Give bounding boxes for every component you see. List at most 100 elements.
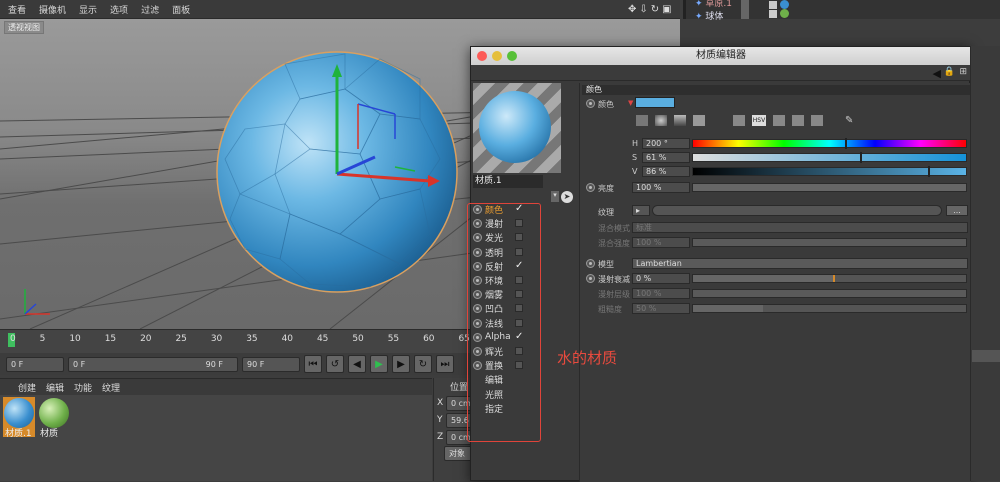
move-view-icon[interactable]: ✥: [628, 4, 636, 15]
material-manager: 材质.1 材质: [0, 395, 432, 481]
brightness-label: 亮度: [598, 184, 614, 193]
texture-menu-icon[interactable]: ▸: [632, 205, 650, 216]
blend-mode-select[interactable]: 标准: [632, 222, 968, 233]
material-editor-window: 材质编辑器 ◀ 🔒 ⊞ 材质.1 ▾ ➤ 颜色 ✓ 漫射 发光 透明 反射 ✓ 环境 烟雾 凹凸法…: [470, 46, 971, 482]
minimize-icon[interactable]: [492, 51, 502, 61]
right-dock: [970, 46, 1000, 481]
lock-icon[interactable]: 🔒: [944, 67, 955, 77]
diffuse-level-slider[interactable]: [692, 289, 967, 298]
roughness-slider[interactable]: [692, 304, 967, 313]
timeline-ticks: 0 5 10 15 20 25 30 35 40 45 50 55 60 65: [10, 334, 470, 344]
new-window-icon[interactable]: ⊞: [959, 67, 967, 77]
step-forward-icon[interactable]: ▶: [392, 355, 410, 373]
menu-display[interactable]: 显示: [79, 3, 97, 16]
diffuse-falloff-label: 漫射衰减: [598, 275, 630, 284]
axis-gizmo: [24, 289, 50, 315]
material-manager-menu: 创建 编辑 功能 纹理: [0, 378, 432, 395]
material-preview[interactable]: [473, 83, 561, 173]
diffuse-level-field[interactable]: 100 %: [632, 288, 690, 299]
mixer-icon[interactable]: [792, 115, 804, 126]
texture-browse-button[interactable]: ...: [946, 205, 968, 216]
image-icon[interactable]: [693, 115, 705, 126]
menu-edit[interactable]: 编辑: [46, 381, 64, 394]
rotate-view-icon[interactable]: ↻: [651, 4, 659, 15]
brightness-field[interactable]: 100 %: [632, 182, 690, 193]
v-field[interactable]: 86 %: [642, 166, 690, 177]
object-manager: ✦ 草原.1 ✦ 球体: [683, 0, 1000, 22]
h-slider-handle[interactable]: [844, 138, 847, 149]
swatches-icon[interactable]: [811, 115, 823, 126]
close-icon[interactable]: [477, 51, 487, 61]
back-arrow-icon[interactable]: ◀: [933, 67, 941, 80]
preview-options-icon[interactable]: ➤: [561, 191, 573, 203]
menu-options[interactable]: 选项: [110, 3, 128, 16]
model-radio[interactable]: [586, 259, 595, 268]
eyedropper-icon[interactable]: ✎: [845, 115, 857, 126]
menu-view[interactable]: 查看: [8, 3, 26, 16]
diffuse-falloff-radio[interactable]: [586, 274, 595, 283]
menu-camera[interactable]: 摄像机: [39, 3, 66, 16]
object-sphere[interactable]: ✦ 球体: [695, 9, 723, 22]
brightness-slider[interactable]: [692, 183, 967, 192]
goto-start-icon[interactable]: ⏮: [304, 355, 322, 373]
null-icon: ✦: [695, 0, 703, 9]
diffuse-falloff-field[interactable]: 0 %: [632, 273, 690, 284]
maximize-icon[interactable]: ▣: [662, 4, 671, 15]
roughness-field[interactable]: 50 %: [632, 303, 690, 314]
material-name-field[interactable]: 材质.1: [473, 175, 543, 188]
model-label: 模型: [598, 260, 614, 269]
prev-key-icon[interactable]: ↺: [326, 355, 344, 373]
zoom-icon[interactable]: [507, 51, 517, 61]
material-tag-icon[interactable]: [780, 0, 789, 9]
object-grass[interactable]: ✦ 草原.1: [695, 0, 732, 9]
spectrum-icon[interactable]: [636, 115, 648, 126]
rgb-icon[interactable]: [733, 115, 745, 126]
step-back-icon[interactable]: ◀: [348, 355, 366, 373]
color-arrow-icon: ▼: [628, 99, 634, 107]
roughness-label: 粗糙度: [598, 305, 622, 314]
menu-create[interactable]: 创建: [18, 381, 36, 394]
brightness-radio[interactable]: [586, 183, 595, 192]
blend-strength-field[interactable]: 100 %: [632, 237, 690, 248]
down-arrow-icon[interactable]: ⇩: [639, 4, 647, 15]
menu-texture[interactable]: 纹理: [102, 381, 120, 394]
play-icon[interactable]: ▶: [370, 355, 388, 373]
annotation-box: [467, 203, 541, 442]
s-label: S: [632, 153, 638, 162]
v-slider-handle[interactable]: [927, 166, 930, 177]
material-thumb-2[interactable]: 材质: [38, 397, 70, 439]
hsv-icon[interactable]: HSV: [752, 115, 766, 126]
menu-panel[interactable]: 面板: [172, 3, 190, 16]
model-select[interactable]: Lambertian: [632, 258, 968, 269]
menu-filter[interactable]: 过滤: [141, 3, 159, 16]
wheel-icon[interactable]: [655, 115, 667, 126]
v-slider[interactable]: [692, 166, 967, 177]
gradient-icon[interactable]: [674, 115, 686, 126]
v-label: V: [632, 167, 638, 176]
material-thumb-1[interactable]: 材质.1: [3, 397, 35, 439]
goto-end-icon[interactable]: ⏭: [436, 355, 454, 373]
preview-dropdown-icon[interactable]: ▾: [551, 191, 559, 202]
frame-range-field[interactable]: 0 F 90 F: [68, 356, 238, 372]
right-dock-field[interactable]: [972, 350, 1000, 362]
start-frame-field[interactable]: 0 F: [6, 356, 64, 372]
color-swatch[interactable]: [635, 97, 675, 108]
color-anim-radio[interactable]: [586, 99, 595, 108]
s-slider-handle[interactable]: [859, 152, 862, 163]
texture-slot[interactable]: [652, 205, 942, 216]
s-slider[interactable]: [692, 152, 967, 163]
editor-titlebar[interactable]: 材质编辑器: [471, 47, 971, 65]
texture-label: 纹理: [598, 208, 614, 217]
next-key-icon[interactable]: ↻: [414, 355, 432, 373]
menu-function[interactable]: 功能: [74, 381, 92, 394]
h-slider[interactable]: [692, 138, 967, 149]
coord-title: 位置: [450, 383, 469, 393]
diffuse-falloff-slider[interactable]: [692, 274, 967, 283]
s-field[interactable]: 61 %: [642, 152, 690, 163]
h-field[interactable]: 200 °: [642, 138, 690, 149]
blend-strength-slider[interactable]: [692, 238, 967, 247]
end-frame-field[interactable]: 90 F: [242, 356, 300, 372]
attribute-panel: 颜色 颜色 ▼ HSV ✎ H 200 ° S 61 % V 86 % 亮度 1…: [579, 83, 971, 482]
kelvin-icon[interactable]: [773, 115, 785, 126]
material-tag-icon-2[interactable]: [780, 9, 789, 18]
